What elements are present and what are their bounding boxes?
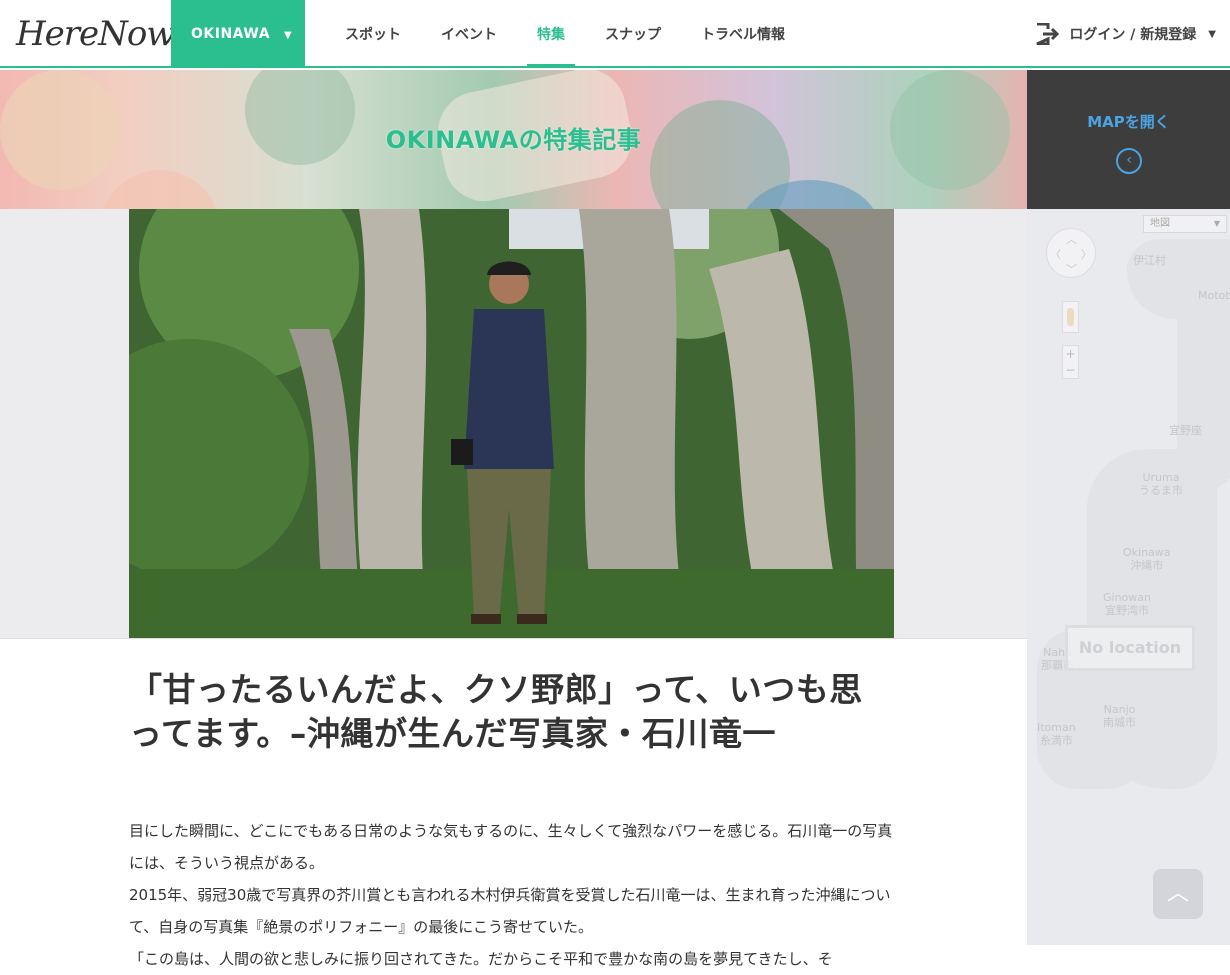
chevron-up-icon: ︿ (1166, 881, 1189, 906)
article-paragraph: 目にした瞬間に、どこにでもある日常のような気もするのに、生々しくて強烈なパワーを… (129, 822, 893, 872)
map-label-uruma: Uruma うるま市 (1139, 471, 1183, 497)
map-label-okinawa: Okinawa 沖縄市 (1123, 546, 1171, 572)
map-label-nanjo: Nanjo 南城市 (1103, 703, 1136, 729)
map-label-ginowan: Ginowan 宜野湾市 (1103, 591, 1151, 617)
no-location-badge: No location (1065, 625, 1195, 671)
nav-snaps[interactable]: スナップ (585, 0, 681, 68)
nav-travel-info[interactable]: トラベル情報 (681, 0, 805, 68)
main-nav: スポット イベント 特集 スナップ トラベル情報 (325, 0, 805, 68)
article-paragraph: 2015年、弱冠30歳で写真界の芥川賞とも言われる木村伊兵衛賞を受賞した石川竜一… (129, 886, 891, 936)
nav-spots[interactable]: スポット (325, 0, 421, 68)
map-label-itoman: Itoman 糸満市 (1037, 721, 1076, 747)
arrow-up-icon: ︿ (1066, 233, 1077, 246)
open-map-link[interactable]: MAPを開く (1027, 111, 1230, 132)
hero-photo (129, 209, 894, 638)
banner-title: OKINAWAの特集記事 (385, 126, 642, 154)
map-zoom-control: + − (1062, 345, 1079, 379)
article-title: 「甘ったるいんだよ、クソ野郎」って、いつも思ってます。–沖縄が生んだ写真家・石川… (129, 670, 863, 753)
login-button[interactable]: ログイン / 新規登録 ▼ (1035, 0, 1216, 68)
map-label-ginoza: 宜野座 (1169, 424, 1202, 437)
street-view-pegman-icon[interactable] (1062, 301, 1079, 333)
feature-banner: OKINAWAの特集記事 (0, 70, 1027, 209)
article-body: 目にした瞬間に、どこにでもある日常のような気もするのに、生々しくて強烈なパワーを… (129, 815, 894, 975)
map-pan-control[interactable]: ︿ ﹀ 〈 〉 (1046, 228, 1096, 278)
nav-features[interactable]: 特集 (517, 0, 585, 68)
caret-down-icon: ▼ (1208, 28, 1216, 40)
map-label-iheya: 伊江村 (1133, 254, 1166, 267)
article-paragraph: 「この島は、人間の欲と悲しみに振り回されてきた。だからこそ平和で豊かな南の島を夢… (129, 950, 833, 968)
arrow-right-icon: 〉 (1081, 248, 1092, 261)
login-icon (1036, 23, 1060, 45)
scroll-to-top-button[interactable]: ︿ (1153, 869, 1203, 919)
map-type-select[interactable]: 地図 ▼ (1143, 215, 1227, 233)
photo-illustration (129, 209, 894, 638)
herenow-logo[interactable]: HereNow (16, 12, 175, 56)
nav-events[interactable]: イベント (421, 0, 517, 68)
arrow-left-icon: 〈 (1050, 248, 1061, 261)
arrow-down-icon: ﹀ (1066, 263, 1077, 276)
login-label: ログイン / 新規登録 (1069, 27, 1197, 43)
map-type-value: 地図 (1150, 218, 1170, 229)
caret-down-icon: ▼ (284, 29, 293, 41)
chevron-left-icon[interactable]: ‹ (1116, 148, 1142, 174)
site-header: HereNow OKINAWA ▼ スポット イベント 特集 スナップ トラベル… (0, 0, 1230, 68)
logo-text: HereNow (16, 14, 175, 54)
caret-down-icon: ▼ (1213, 219, 1220, 228)
city-selector[interactable]: OKINAWA ▼ (171, 0, 305, 68)
article: 「甘ったるいんだよ、クソ野郎」って、いつも思ってます。–沖縄が生んだ写真家・石川… (129, 668, 894, 975)
map-panel-header: MAPを開く ‹ (1027, 70, 1230, 209)
map-view[interactable]: 地図 ▼ ︿ ﹀ 〈 〉 + − 伊江村 Motobu 宜野座 Uruma うる… (1027, 209, 1230, 945)
zoom-in-button[interactable]: + (1063, 346, 1078, 362)
map-label-motobu: Motobu (1198, 289, 1230, 302)
city-label: OKINAWA (191, 26, 271, 42)
zoom-out-button[interactable]: − (1063, 362, 1078, 378)
